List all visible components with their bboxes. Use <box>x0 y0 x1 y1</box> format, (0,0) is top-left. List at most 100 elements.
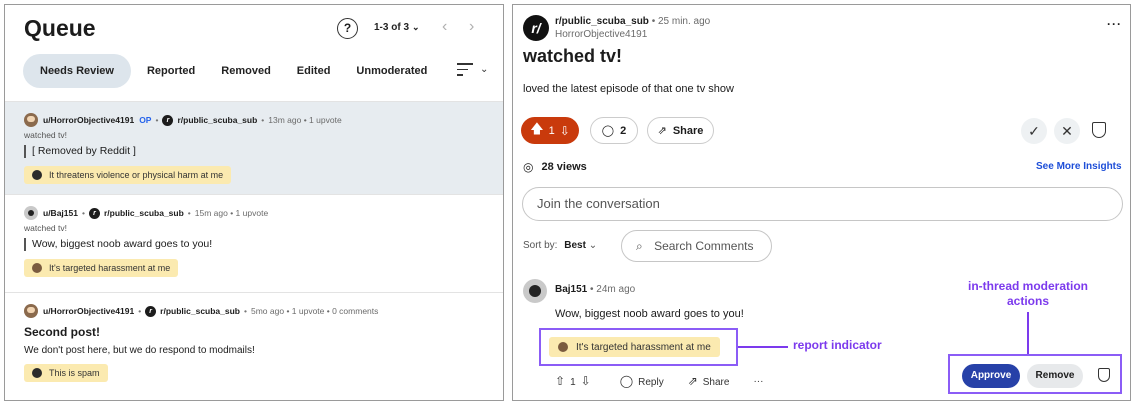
queue-item[interactable]: u/HorrorObjective4191 OP • r r/public_sc… <box>5 101 503 194</box>
sort-filter-icon[interactable] <box>457 63 473 77</box>
mod-queue-panel: Queue ? 1-3 of 3 ⌄ ‹ › Needs Review Repor… <box>4 4 504 401</box>
downvote-icon[interactable]: ⇩ <box>560 124 570 138</box>
comment-username[interactable]: Baj151 <box>555 284 587 295</box>
sort-label: Sort by: <box>523 240 558 251</box>
item-subreddit[interactable]: r/public_scuba_sub <box>160 306 240 316</box>
upvote-icon[interactable]: ⇧ <box>555 374 565 388</box>
post-author[interactable]: HorrorObjective4191 <box>555 29 647 40</box>
moderation-annotation-line1: in-thread moderation <box>967 279 1088 293</box>
item-subreddit[interactable]: r/public_scuba_sub <box>104 208 184 218</box>
item-subreddit[interactable]: r/public_scuba_sub <box>177 115 257 125</box>
approve-check-icon[interactable]: ✓ <box>1021 118 1047 144</box>
report-indicator-annotation: report indicator <box>793 338 882 352</box>
user-icon <box>32 263 42 273</box>
pager-dropdown[interactable]: 1-3 of 3 ⌄ <box>374 22 420 33</box>
views-count: ◎ 28 views <box>523 160 587 174</box>
tab-removed[interactable]: Removed <box>209 54 283 88</box>
comment-more-icon[interactable]: ··· <box>753 376 763 387</box>
subreddit-icon: r <box>162 114 174 126</box>
remove-button[interactable]: Remove <box>1027 364 1083 388</box>
remove-x-icon[interactable]: ✕ <box>1054 118 1080 144</box>
queue-tabs: Needs Review Reported Removed Edited Unm… <box>23 54 441 88</box>
item-username[interactable]: u/HorrorObjective4191 <box>43 306 134 316</box>
chevron-left-icon[interactable]: ‹ <box>442 18 447 36</box>
item-post-title: watched tv! <box>24 130 67 140</box>
approve-button[interactable]: Approve <box>962 364 1020 388</box>
search-comments-input[interactable]: ⌕ Search Comments <box>621 230 772 262</box>
chevron-down-icon[interactable]: ⌄ <box>480 64 488 75</box>
views-icon: ◎ <box>523 160 534 174</box>
item-meta: u/Baj151 • r r/public_scuba_sub • 15m ag… <box>24 205 503 221</box>
comment-icon: ◯ <box>619 374 634 388</box>
comment-age: • 24m ago <box>590 284 636 295</box>
post-body: loved the latest episode of that one tv … <box>523 83 734 95</box>
report-reason-badge: This is spam <box>24 364 108 382</box>
search-placeholder: Search Comments <box>654 239 754 253</box>
comment-icon: ◯ <box>601 125 615 137</box>
item-time: 5mo ago • 1 upvote • 0 comments <box>251 306 379 316</box>
post-age: • 25 min. ago <box>651 16 711 27</box>
report-reason-badge: It threatens violence or physical harm a… <box>24 166 232 184</box>
comment-vote: ⇧ 1 ⇩ <box>555 374 596 388</box>
share-icon: ⇗ <box>687 374 698 388</box>
help-icon[interactable]: ? <box>337 18 358 39</box>
warning-icon <box>32 170 42 180</box>
queue-item[interactable]: u/HorrorObjective4191 • r r/public_scuba… <box>5 292 503 400</box>
comment-share-label: Share <box>702 377 730 388</box>
tab-reported[interactable]: Reported <box>135 54 207 88</box>
sort-value: Best <box>564 240 586 251</box>
join-conversation-input[interactable]: Join the conversation <box>522 187 1123 221</box>
queue-item[interactable]: u/Baj151 • r r/public_scuba_sub • 15m ag… <box>5 194 503 292</box>
subreddit-icon: r <box>145 305 157 317</box>
tab-edited[interactable]: Edited <box>285 54 343 88</box>
share-button[interactable]: ⇗ Share <box>647 117 714 144</box>
search-icon: ⌕ <box>636 239 643 253</box>
avatar <box>24 113 38 127</box>
shield-icon[interactable] <box>1098 368 1110 382</box>
see-more-insights-link[interactable]: See More Insights <box>1036 161 1122 172</box>
separator-dot: • <box>81 208 85 218</box>
annotation-connector <box>1027 312 1029 354</box>
avatar <box>24 206 38 220</box>
annotation-connector <box>738 346 788 348</box>
chevron-down-icon: ⌄ <box>588 240 598 251</box>
item-meta: u/HorrorObjective4191 OP • r r/public_sc… <box>24 112 503 128</box>
warning-icon <box>32 368 42 378</box>
comment-report-reason: It's targeted harassment at me <box>576 341 711 353</box>
comment-body: Wow, biggest noob award goes to you! <box>555 308 744 320</box>
vote-count: 1 <box>548 124 555 137</box>
separator-dot: • <box>244 306 247 316</box>
moderation-actions-annotation: in-thread moderation actions <box>953 279 1103 309</box>
item-username[interactable]: u/Baj151 <box>43 208 78 218</box>
report-reason: This is spam <box>49 368 100 378</box>
comment-count: 2 <box>620 124 627 137</box>
pager-label: 1-3 of 3 <box>374 22 410 33</box>
subreddit-avatar[interactable]: r/ <box>523 15 549 41</box>
chevron-right-icon[interactable]: › <box>469 18 474 36</box>
post-subreddit[interactable]: r/public_scuba_sub <box>555 16 649 27</box>
post-detail-panel: r/ r/public_scuba_sub • 25 min. ago Horr… <box>512 4 1131 401</box>
comment-share-button[interactable]: ⇗ Share <box>688 374 730 388</box>
post-header: r/public_scuba_sub • 25 min. ago <box>555 16 710 27</box>
item-username[interactable]: u/HorrorObjective4191 <box>43 115 134 125</box>
item-title[interactable]: Second post! <box>24 325 503 339</box>
downvote-icon[interactable]: ⇩ <box>581 374 591 388</box>
user-icon <box>558 342 568 352</box>
upvote-icon[interactable]: 🡅 <box>530 120 543 142</box>
comment-actions: ⇧ 1 ⇩ ◯ Reply ⇗ Share ··· <box>555 374 787 388</box>
tab-unmoderated[interactable]: Unmoderated <box>344 54 439 88</box>
separator-dot: • <box>138 306 142 316</box>
op-badge: OP <box>139 115 152 125</box>
reply-button[interactable]: ◯ Reply <box>620 374 664 388</box>
comment-avatar[interactable] <box>523 279 547 303</box>
item-time: 13m ago • 1 upvote <box>268 115 342 125</box>
sort-dropdown[interactable]: Sort by: Best ⌄ <box>523 240 597 251</box>
moderation-annotation-line2: actions <box>1006 294 1049 308</box>
tab-needs-review[interactable]: Needs Review <box>23 54 131 88</box>
more-options-icon[interactable]: ··· <box>1107 17 1122 31</box>
shield-icon[interactable] <box>1092 122 1106 138</box>
share-icon: ⇗ <box>657 125 667 137</box>
comment-meta: Baj151 • 24m ago <box>555 284 635 295</box>
item-time: 15m ago • 1 upvote <box>194 208 269 218</box>
comments-button[interactable]: ◯ 2 <box>590 117 638 144</box>
